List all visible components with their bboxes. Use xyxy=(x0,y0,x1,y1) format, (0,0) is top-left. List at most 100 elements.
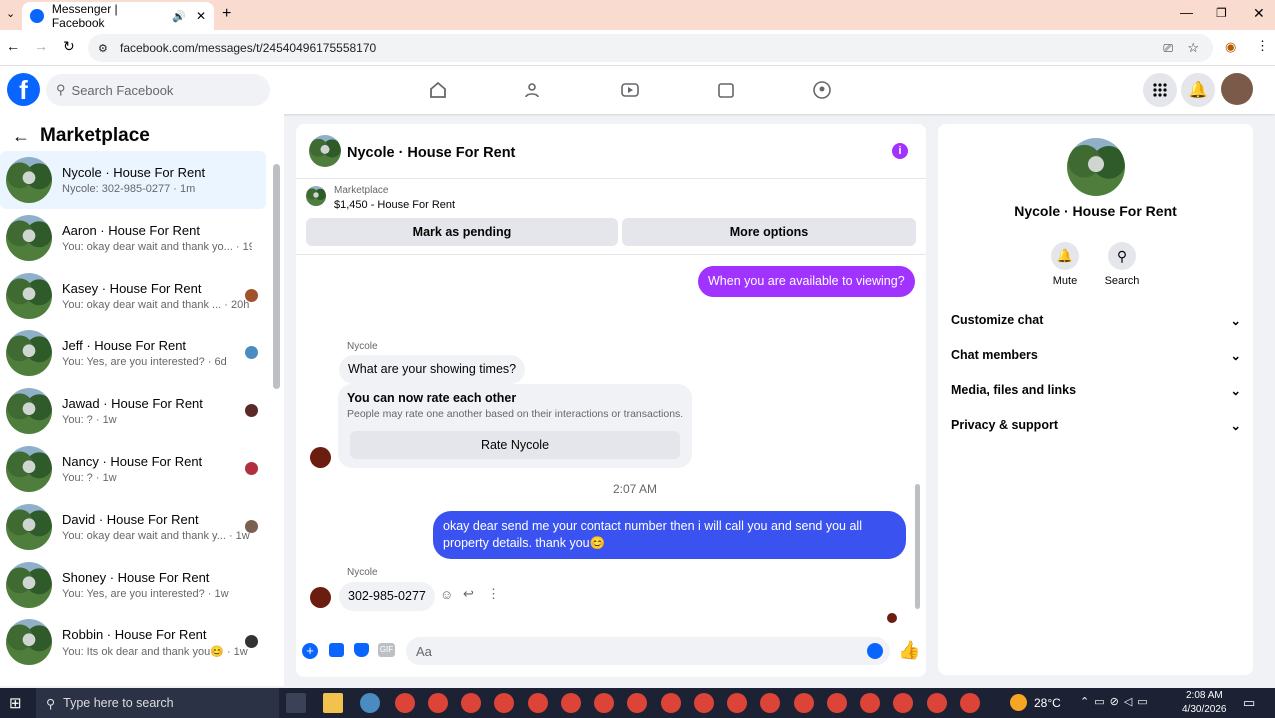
app-icon[interactable] xyxy=(360,693,380,713)
sender-avatar[interactable] xyxy=(310,447,331,468)
mute-bell-icon[interactable]: 🔔 xyxy=(1051,242,1079,270)
url-field[interactable]: ⚙ facebook.com/messages/t/24540496175558… xyxy=(88,34,1213,62)
chat-scrollbar[interactable] xyxy=(915,484,920,609)
groups-icon[interactable] xyxy=(810,78,834,102)
reply-icon[interactable]: ↩ xyxy=(463,586,474,602)
file-explorer-icon[interactable] xyxy=(323,693,343,713)
conversation-item[interactable]: Robbin · House For Rent You: Its ok dear … xyxy=(0,613,266,671)
chrome-icon[interactable] xyxy=(760,693,780,713)
message-input[interactable]: Aa xyxy=(406,637,890,665)
notification-center-icon[interactable]: ▭ xyxy=(1243,695,1255,711)
windows-taskbar: ⊞ ⚲ Type here to search 28°C ⌃▭⊘◁▭ 2:08 … xyxy=(0,688,1275,718)
gif-icon[interactable]: GIF xyxy=(378,643,395,657)
outgoing-message[interactable]: okay dear send me your contact number th… xyxy=(433,511,906,559)
rate-button[interactable]: Rate Nycole xyxy=(350,431,680,459)
chat-members-section[interactable]: Chat members ⌄ xyxy=(951,348,1241,363)
menu-grid-icon[interactable] xyxy=(1143,73,1177,107)
more-actions-icon[interactable]: ⋮ xyxy=(487,586,500,602)
like-thumb-icon[interactable]: 👍 xyxy=(898,640,920,661)
more-options-button[interactable]: More options xyxy=(622,218,916,246)
chrome-icon[interactable] xyxy=(893,693,913,713)
conversation-name: Nancy · House For Rent xyxy=(62,454,203,469)
chrome-icon[interactable] xyxy=(528,693,548,713)
clock-date[interactable]: 4/30/2026 xyxy=(1182,704,1227,715)
message-placeholder: Aa xyxy=(416,643,432,659)
close-tab-icon[interactable]: ✕ xyxy=(196,9,206,23)
bookmark-star-icon[interactable]: ☆ xyxy=(1187,40,1199,56)
conversation-item[interactable]: David · House For Rent You: okay dear wai… xyxy=(0,498,266,556)
chrome-icon[interactable] xyxy=(960,693,980,713)
list-scrollbar[interactable] xyxy=(273,164,280,389)
new-tab-icon[interactable]: + xyxy=(222,5,231,23)
chrome-icon[interactable] xyxy=(461,693,481,713)
chrome-icon[interactable] xyxy=(561,693,581,713)
browser-menu-icon[interactable]: ⋮ xyxy=(1256,38,1269,54)
outgoing-message[interactable]: When you are available to viewing? xyxy=(698,266,915,297)
search-input[interactable]: ⚲ Search Facebook xyxy=(46,74,270,106)
chrome-icon[interactable] xyxy=(661,693,681,713)
cast-icon[interactable]: ⎚ xyxy=(1163,41,1173,56)
chrome-icon[interactable] xyxy=(927,693,947,713)
site-info-icon[interactable]: ⚙ xyxy=(98,42,108,55)
back-arrow-icon[interactable]: ← xyxy=(12,126,30,147)
sender-avatar[interactable] xyxy=(310,587,331,608)
watch-icon[interactable] xyxy=(618,78,642,102)
photo-icon[interactable] xyxy=(329,643,344,657)
contact-avatar[interactable] xyxy=(1067,138,1125,196)
privacy-support-section[interactable]: Privacy & support ⌄ xyxy=(951,418,1241,433)
react-icon[interactable]: ☺ xyxy=(440,587,453,602)
home-icon[interactable] xyxy=(426,78,450,102)
forward-icon[interactable]: → xyxy=(34,38,48,54)
chrome-icon[interactable] xyxy=(627,693,647,713)
conversation-item[interactable]: Kasey · House For Rent You: okay dear wai… xyxy=(0,267,266,325)
chat-title[interactable]: Nycole · House For Rent xyxy=(347,145,515,161)
mark-pending-button[interactable]: Mark as pending xyxy=(306,218,618,246)
chrome-icon[interactable] xyxy=(428,693,448,713)
media-files-section[interactable]: Media, files and links ⌄ xyxy=(951,383,1241,398)
customize-chat-section[interactable]: Customize chat ⌄ xyxy=(951,313,1241,328)
chrome-icon[interactable] xyxy=(395,693,415,713)
profile-avatar[interactable] xyxy=(1221,73,1253,105)
weather-sun-icon[interactable] xyxy=(1010,694,1027,711)
emoji-icon[interactable] xyxy=(867,643,883,659)
conversation-item[interactable]: Nancy · House For Rent You: ? · 1w xyxy=(0,440,266,498)
close-window-icon[interactable]: ✕ xyxy=(1253,5,1265,22)
taskbar-search[interactable]: ⚲ Type here to search xyxy=(36,688,279,718)
chat-avatar[interactable] xyxy=(309,135,341,167)
chrome-icon[interactable] xyxy=(694,693,714,713)
chrome-icon[interactable] xyxy=(594,693,614,713)
clock-time[interactable]: 2:08 AM xyxy=(1186,690,1223,701)
conversation-item[interactable]: Nycole · House For Rent Nycole: 302-985-0… xyxy=(0,151,266,209)
profile-icon[interactable]: ◉ xyxy=(1225,39,1236,55)
listing-price[interactable]: $1,450 - House For Rent xyxy=(334,199,455,211)
back-icon[interactable]: ← xyxy=(6,38,20,54)
add-icon[interactable]: + xyxy=(302,643,318,659)
system-tray-icons[interactable]: ⌃▭⊘◁▭ xyxy=(1080,695,1153,708)
windows-start-icon[interactable]: ⊞ xyxy=(9,694,22,712)
speaker-icon[interactable]: 🔊 xyxy=(172,10,186,23)
incoming-message[interactable]: What are your showing times? xyxy=(339,355,526,384)
minimize-icon[interactable]: — xyxy=(1180,5,1193,20)
conversation-item[interactable]: Shoney · House For Rent You: Yes, are you… xyxy=(0,556,266,614)
info-icon[interactable]: i xyxy=(892,143,908,159)
chrome-icon[interactable] xyxy=(494,693,514,713)
tab-list-icon[interactable]: ⌄ xyxy=(6,7,15,20)
facebook-logo-icon[interactable]: f xyxy=(7,73,40,106)
conversation-item[interactable]: Jeff · House For Rent You: Yes, are you i… xyxy=(0,324,266,382)
notifications-bell-icon[interactable]: 🔔 xyxy=(1181,73,1215,107)
incoming-message[interactable]: 302-985-0277 xyxy=(339,582,435,611)
chrome-icon[interactable] xyxy=(794,693,814,713)
sticker-icon[interactable] xyxy=(354,643,369,657)
search-chat-icon[interactable]: ⚲ xyxy=(1108,242,1136,270)
restore-icon[interactable]: ❐ xyxy=(1216,6,1227,20)
conversation-item[interactable]: Aaron · House For Rent You: okay dear wai… xyxy=(0,209,266,267)
task-view-icon[interactable] xyxy=(286,693,306,713)
browser-tab[interactable]: Messenger | Facebook 🔊 ✕ xyxy=(22,2,214,30)
reload-icon[interactable]: ↻ xyxy=(63,38,75,55)
chrome-icon[interactable] xyxy=(727,693,747,713)
friends-icon[interactable] xyxy=(522,78,546,102)
conversation-item[interactable]: Jawad · House For Rent You: ? · 1w xyxy=(0,382,266,440)
marketplace-icon[interactable] xyxy=(714,78,738,102)
chrome-icon[interactable] xyxy=(860,693,880,713)
chrome-icon[interactable] xyxy=(827,693,847,713)
